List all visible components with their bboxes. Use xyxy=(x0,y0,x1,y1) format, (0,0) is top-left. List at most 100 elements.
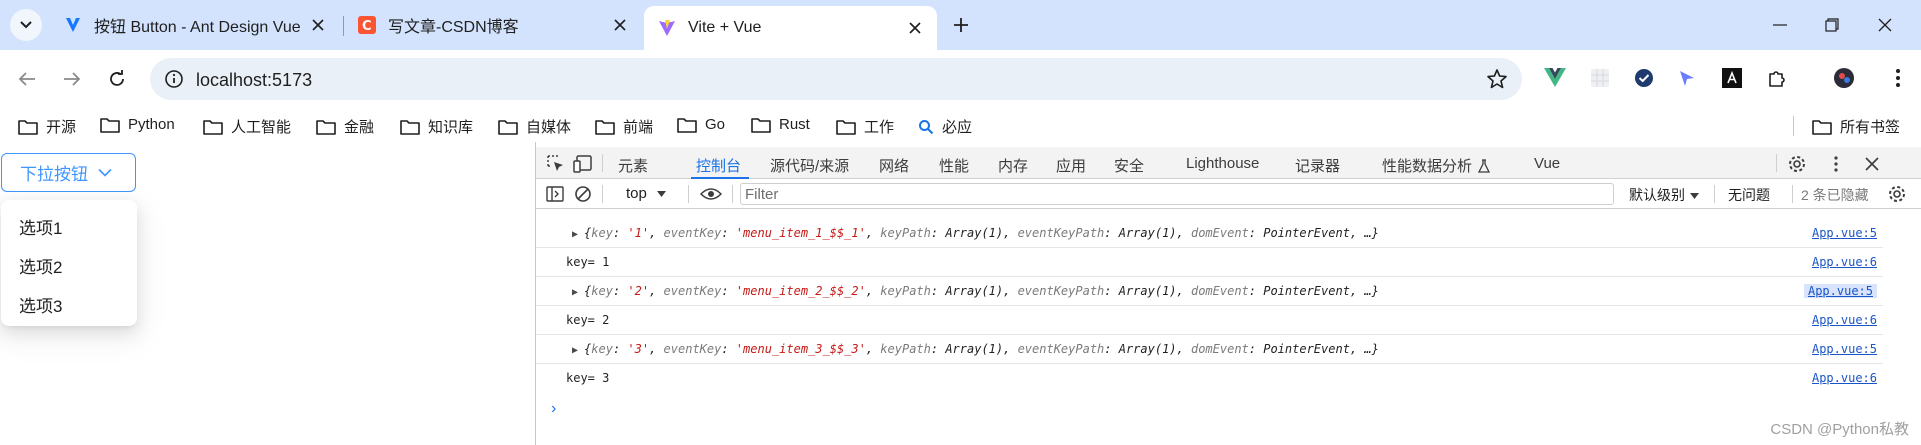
bookmark-label: 所有书签 xyxy=(1840,119,1901,136)
vue-devtools-extension-icon[interactable] xyxy=(1543,66,1567,90)
log-object-preview[interactable]: ▶ {key: '3', eventKey: 'menu_item_3_$$_3'… xyxy=(572,342,1379,356)
bookmark-folder[interactable]: 知识库 xyxy=(400,116,473,137)
more-menu-icon[interactable] xyxy=(1886,66,1910,90)
expand-triangle-icon[interactable]: ▶ xyxy=(572,287,578,298)
back-button[interactable] xyxy=(10,62,44,96)
bookmark-folder[interactable]: 人工智能 xyxy=(203,116,291,137)
close-icon[interactable] xyxy=(610,15,630,35)
console-settings-gear-icon[interactable] xyxy=(1886,183,1908,205)
folder-icon xyxy=(400,119,420,135)
bookmark-folder[interactable]: Rust xyxy=(751,116,810,133)
minimize-button[interactable] xyxy=(1765,10,1795,40)
tab-vite-vue[interactable]: Vite + Vue xyxy=(644,6,937,50)
menu-item-option1[interactable]: 选项1 xyxy=(19,214,62,239)
all-bookmarks-folder[interactable]: 所有书签 xyxy=(1812,116,1900,137)
log-object-preview[interactable]: ▶ {key: '2', eventKey: 'menu_item_2_$$_2'… xyxy=(572,284,1379,298)
new-tab-button[interactable] xyxy=(948,12,974,38)
expand-triangle-icon[interactable]: ▶ xyxy=(572,229,578,240)
bookmark-label: 必应 xyxy=(942,119,973,136)
tab-performance[interactable]: 性能 xyxy=(939,155,969,176)
bookmark-folder[interactable]: 金融 xyxy=(316,116,374,137)
bookmark-folder[interactable]: 工作 xyxy=(836,116,894,137)
tab-application[interactable]: 应用 xyxy=(1056,155,1086,176)
menu-item-option2[interactable]: 选项2 xyxy=(19,253,62,278)
tab-sources[interactable]: 源代码/来源 xyxy=(770,155,849,176)
tab-network[interactable]: 网络 xyxy=(879,155,909,176)
close-icon[interactable] xyxy=(905,18,925,38)
context-selector[interactable]: top xyxy=(626,185,666,202)
console-filter[interactable] xyxy=(740,183,1614,205)
issues-button[interactable]: 无问题 xyxy=(1728,185,1770,205)
filter-input[interactable] xyxy=(741,184,1613,204)
expand-triangle-icon[interactable]: ▶ xyxy=(572,345,578,356)
source-link[interactable]: App.vue:5 xyxy=(1803,284,1877,298)
tab-memory[interactable]: 内存 xyxy=(998,155,1028,176)
console-log-object[interactable]: ▶ {key: '1', eventKey: 'menu_item_1_$$_1'… xyxy=(536,219,1883,248)
tab-antdv[interactable]: 按钮 Button - Ant Design Vue xyxy=(50,8,340,42)
tab-strip: 按钮 Button - Ant Design Vue C 写文章-CSDN博客 … xyxy=(0,0,1921,50)
bookmark-label: Go xyxy=(705,116,726,133)
restore-icon xyxy=(1825,18,1839,32)
arrow-extension-icon[interactable] xyxy=(1675,66,1699,90)
source-link[interactable]: App.vue:6 xyxy=(1812,313,1877,327)
more-options-icon[interactable] xyxy=(1825,153,1847,175)
reload-button[interactable] xyxy=(100,62,134,96)
dropdown-button-label: 下拉按钮 xyxy=(20,165,88,184)
bookmark-label: Python xyxy=(128,116,175,133)
live-expression-eye-icon[interactable] xyxy=(696,183,726,205)
inspect-element-icon[interactable] xyxy=(545,153,567,175)
profile-avatar[interactable] xyxy=(1832,66,1856,90)
url-text[interactable]: localhost:5173 xyxy=(196,70,312,91)
settings-gear-icon[interactable] xyxy=(1786,153,1808,175)
tab-console[interactable]: 控制台 xyxy=(696,155,741,176)
restore-button[interactable] xyxy=(1817,10,1847,40)
tab-csdn[interactable]: C 写文章-CSDN博客 xyxy=(344,8,642,42)
bookmark-star-icon[interactable] xyxy=(1486,68,1508,90)
source-link[interactable]: App.vue:6 xyxy=(1812,371,1877,385)
dropdown-button[interactable]: 下拉按钮 xyxy=(1,153,136,192)
check-extension-icon[interactable] xyxy=(1632,66,1656,90)
sidebar-toggle-icon[interactable] xyxy=(544,183,566,205)
console-log-object[interactable]: ▶ {key: '3', eventKey: 'menu_item_3_$$_3'… xyxy=(536,335,1883,364)
grid-extension-icon[interactable] xyxy=(1588,66,1612,90)
log-levels-dropdown[interactable]: 默认级别 xyxy=(1629,185,1699,205)
device-toolbar-icon[interactable] xyxy=(572,153,594,175)
forward-button[interactable] xyxy=(55,62,89,96)
arrow-right-icon xyxy=(64,72,81,86)
tab-security[interactable]: 安全 xyxy=(1114,155,1144,176)
close-window-button[interactable] xyxy=(1870,10,1900,40)
bookmark-folder[interactable]: 开源 xyxy=(18,116,76,137)
extensions-puzzle-icon[interactable] xyxy=(1765,66,1789,90)
info-icon[interactable] xyxy=(164,69,184,89)
bookmark-folder[interactable]: Go xyxy=(677,116,725,133)
console-log-object[interactable]: ▶ {key: '2', eventKey: 'menu_item_2_$$_2'… xyxy=(536,277,1883,306)
console-prompt-icon[interactable]: › xyxy=(551,400,556,418)
bookmark-label: Rust xyxy=(779,116,810,133)
tab-performance-insights[interactable]: 性能数据分析 xyxy=(1382,155,1491,176)
tab-vue[interactable]: Vue xyxy=(1534,155,1560,172)
devtools-tab-bar: 元素 控制台 源代码/来源 网络 性能 内存 应用 安全 Lighthouse … xyxy=(536,147,1921,179)
devtools-divider xyxy=(602,185,603,203)
source-link[interactable]: App.vue:6 xyxy=(1812,255,1877,269)
address-bar[interactable]: localhost:5173 xyxy=(150,58,1522,100)
devtools-divider xyxy=(732,185,733,203)
source-link[interactable]: App.vue:5 xyxy=(1812,226,1877,240)
source-link[interactable]: App.vue:5 xyxy=(1812,342,1877,356)
bookmark-bing[interactable]: 必应 xyxy=(918,116,972,137)
menu-item-option3[interactable]: 选项3 xyxy=(19,292,62,317)
log-object-preview[interactable]: ▶ {key: '1', eventKey: 'menu_item_1_$$_1'… xyxy=(572,226,1379,240)
bookmark-folder[interactable]: Python xyxy=(100,116,175,133)
tab-recorder[interactable]: 记录器 xyxy=(1295,155,1340,176)
bookmark-folder[interactable]: 自媒体 xyxy=(498,116,571,137)
bookmark-folder[interactable]: 前端 xyxy=(595,116,653,137)
tab-lighthouse[interactable]: Lighthouse xyxy=(1186,155,1259,172)
tab-search-button[interactable] xyxy=(10,9,42,41)
clear-console-icon[interactable] xyxy=(572,183,594,205)
hidden-messages-count: 2 条已隐藏 xyxy=(1801,187,1869,203)
devtools-divider xyxy=(688,185,689,203)
folder-icon xyxy=(1812,119,1832,135)
tab-elements[interactable]: 元素 xyxy=(618,155,648,176)
close-icon[interactable] xyxy=(308,15,328,35)
ai-extension-icon[interactable] xyxy=(1720,66,1744,90)
close-icon[interactable] xyxy=(1861,153,1883,175)
